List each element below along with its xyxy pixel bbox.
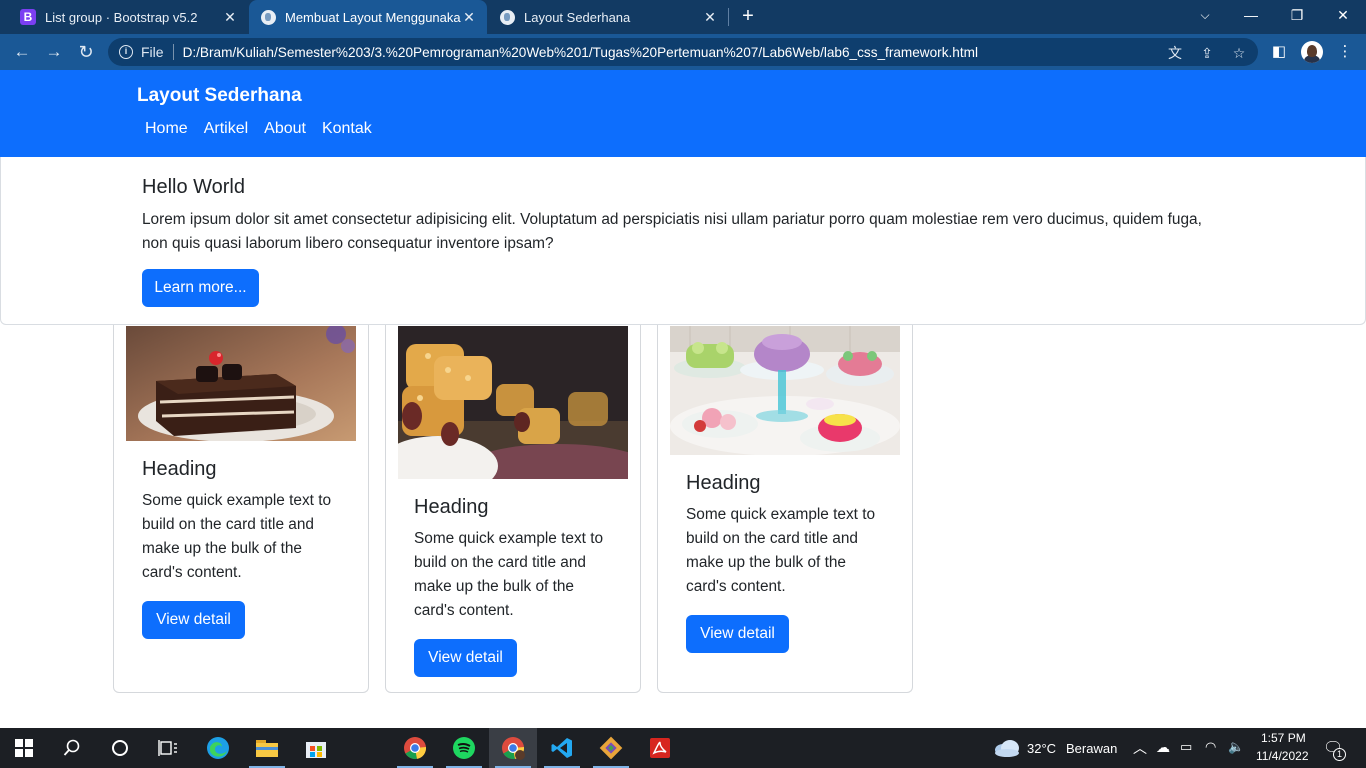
close-window-button[interactable]: ✕	[1320, 0, 1366, 32]
card-heading: Heading	[414, 496, 489, 518]
profile-avatar[interactable]	[1301, 41, 1323, 63]
view-detail-button[interactable]: View detail	[414, 639, 517, 677]
forward-button[interactable]: →	[42, 40, 66, 64]
address-bar[interactable]: i File D:/Bram/Kuliah/Semester%203/3.%20…	[108, 38, 1258, 66]
scheme-label: File	[141, 44, 164, 60]
clock-time[interactable]: 1:57 PM	[1261, 731, 1306, 745]
tab-membuat-layout[interactable]: Membuat Layout Menggunakan ✕	[249, 0, 487, 34]
acrobat-icon[interactable]	[636, 728, 684, 768]
translate-icon[interactable]: 文	[1167, 45, 1183, 61]
tab-search-chevron-icon[interactable]: ⌵	[1182, 0, 1228, 32]
tab-layout-sederhana[interactable]: Layout Sederhana ✕	[488, 0, 728, 34]
browser-toolbar: ← → ↻ i File D:/Bram/Kuliah/Semester%203…	[0, 34, 1366, 70]
globe-icon	[499, 9, 515, 25]
tab-separator	[728, 8, 729, 26]
start-icon[interactable]	[0, 728, 48, 768]
weather-condition[interactable]: Berawan	[1066, 741, 1117, 756]
bookmark-star-icon[interactable]: ☆	[1231, 45, 1247, 61]
restore-button[interactable]: ❐	[1274, 0, 1320, 32]
navbar-brand[interactable]: Layout Sederhana	[137, 85, 302, 107]
vscode-icon[interactable]	[538, 728, 586, 768]
weather-temp: 32°C	[1027, 741, 1057, 756]
view-detail-button[interactable]: View detail	[686, 615, 789, 653]
minimize-button[interactable]: —	[1228, 0, 1274, 32]
chrome-icon[interactable]	[391, 728, 439, 768]
card-heading: Heading	[686, 472, 761, 494]
close-icon[interactable]: ✕	[702, 9, 718, 25]
card-text: Some quick example text to build on the …	[142, 492, 332, 581]
task-view-icon[interactable]	[144, 728, 192, 768]
cortana-icon[interactable]	[96, 728, 144, 768]
side-panel-icon[interactable]: ◧	[1271, 44, 1287, 60]
card-text: Some quick example text to build on the …	[686, 506, 876, 595]
globe-icon	[260, 9, 276, 25]
file-explorer-icon[interactable]	[243, 728, 291, 768]
bootstrap-icon: B	[20, 9, 36, 25]
url-text[interactable]: D:/Bram/Kuliah/Semester%203/3.%20Pemrogr…	[183, 45, 978, 60]
info-icon[interactable]: i	[119, 45, 133, 59]
edge-icon[interactable]	[194, 728, 242, 768]
view-detail-button[interactable]: View detail	[142, 601, 245, 639]
site-navbar: Layout Sederhana Home Artikel About Kont…	[0, 70, 1366, 157]
card-heading: Heading	[142, 458, 217, 480]
onedrive-cloud-icon[interactable]: ☁	[1156, 739, 1170, 756]
new-tab-button[interactable]: +	[737, 5, 759, 27]
chrome-menu-icon[interactable]: ⋮	[1337, 44, 1353, 60]
chrome-profile-icon[interactable]	[489, 728, 537, 768]
page-viewport: Layout Sederhana Home Artikel About Kont…	[0, 70, 1366, 728]
tab-title: Layout Sederhana	[524, 9, 631, 25]
learn-more-button[interactable]: Learn more...	[142, 269, 259, 307]
nav-link-home[interactable]: Home	[137, 120, 196, 138]
card-2: Heading Some quick example text to build…	[385, 325, 641, 693]
hero-text: Lorem ipsum dolor sit amet consectetur a…	[142, 211, 1202, 252]
close-icon[interactable]: ✕	[222, 9, 238, 25]
share-icon[interactable]: ⇪	[1199, 45, 1215, 61]
clock-date[interactable]: 11/4/2022	[1256, 749, 1309, 763]
back-button[interactable]: ←	[10, 40, 34, 64]
card-text: Some quick example text to build on the …	[414, 530, 604, 619]
weather-cloud-icon[interactable]	[984, 728, 1030, 768]
show-hidden-icons-chevron-icon[interactable]: ︿	[1133, 738, 1147, 758]
tab-title: List group · Bootstrap v5.2	[45, 9, 198, 25]
nav-link-artikel[interactable]: Artikel	[196, 120, 256, 138]
store-icon[interactable]	[292, 728, 340, 768]
close-icon[interactable]: ✕	[461, 9, 477, 25]
hero-section: Hello World Lorem ipsum dolor sit amet c…	[0, 157, 1366, 325]
nav-link-kontak[interactable]: Kontak	[314, 120, 380, 138]
tab-list-group[interactable]: B List group · Bootstrap v5.2 ✕	[0, 0, 248, 34]
omnibox-divider	[172, 44, 174, 60]
git-icon[interactable]	[587, 728, 635, 768]
volume-icon[interactable]: 🔈	[1228, 739, 1244, 755]
nav-link-about[interactable]: About	[256, 120, 314, 138]
card-1: Heading Some quick example text to build…	[113, 325, 369, 693]
tab-title: Membuat Layout Menggunakan	[285, 9, 461, 25]
spotify-icon[interactable]	[440, 728, 488, 768]
chocolate-cake-image	[126, 326, 356, 441]
hero-title: Hello World	[142, 176, 245, 198]
reload-button[interactable]: ↻	[74, 40, 98, 64]
browser-tab-strip: B List group · Bootstrap v5.2 ✕ Membuat …	[0, 0, 1366, 34]
windows-taskbar: 32°C Berawan ︿ ☁ ▭ ◠ 🔈 1:57 PM 11/4/2022…	[0, 728, 1366, 768]
notification-count-badge: 1	[1333, 748, 1346, 761]
pineapple-tart-image	[398, 326, 628, 479]
search-icon[interactable]	[48, 728, 96, 768]
battery-icon[interactable]: ▭	[1180, 739, 1192, 755]
navbar-links: Home Artikel About Kontak	[137, 120, 380, 138]
card-3: Heading Some quick example text to build…	[657, 325, 913, 693]
dessert-table-image	[670, 326, 900, 455]
wifi-icon[interactable]: ◠	[1205, 739, 1216, 755]
